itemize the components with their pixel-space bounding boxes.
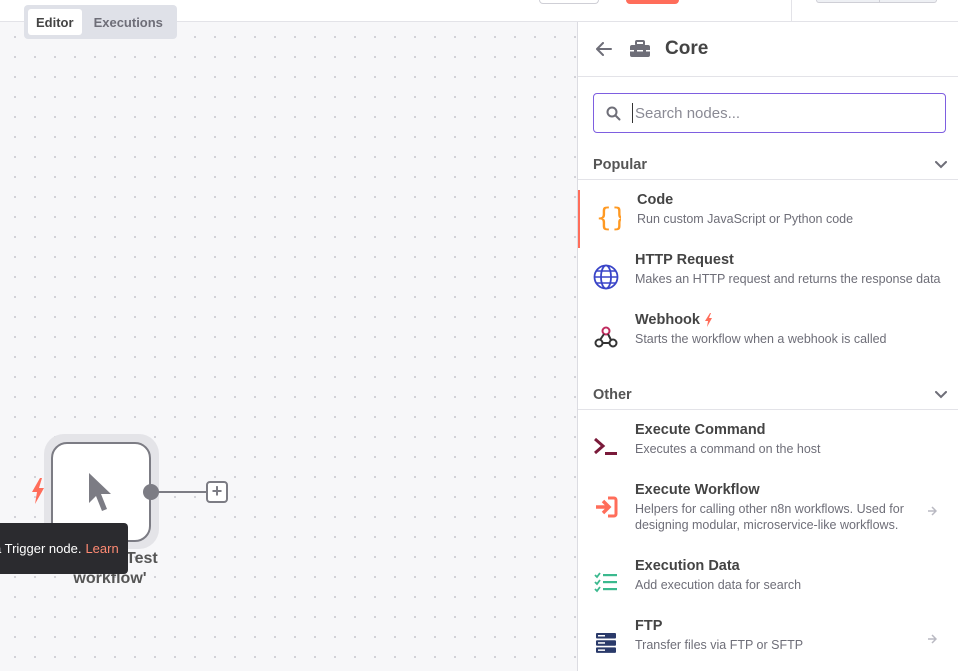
toolbox-icon — [630, 40, 650, 57]
panel-header: Core — [578, 22, 958, 77]
add-node-plus-button[interactable]: + — [206, 481, 228, 503]
svg-text:{}: {} — [596, 203, 621, 232]
header-button-partial[interactable] — [539, 0, 599, 4]
trigger-bolt-icon — [704, 313, 712, 327]
node-item-ftp[interactable]: FTP Transfer files via FTP or SFTP — [578, 616, 958, 671]
header-divider — [791, 0, 792, 22]
node-item-desc: Add execution data for search — [635, 578, 802, 592]
server-icon — [593, 630, 619, 656]
arrow-right-icon — [928, 634, 937, 644]
node-item-desc: Transfer files via FTP or SFTP — [635, 638, 804, 652]
arrow-right-icon — [928, 506, 937, 516]
header-primary-button-partial[interactable] — [626, 0, 679, 4]
search-icon — [606, 106, 621, 120]
section-other[interactable]: Other — [578, 380, 958, 410]
tooltip-learn-link[interactable]: Learn — [85, 541, 118, 556]
terminal-icon — [593, 434, 619, 460]
node-item-execute-workflow[interactable]: Execute Workflow Helpers for calling oth… — [578, 480, 958, 552]
node-item-name: Execute Command — [635, 422, 766, 438]
section-popular-label: Popular — [593, 156, 647, 173]
node-item-desc: Makes an HTTP request and returns the re… — [635, 272, 941, 286]
node-item-webhook[interactable]: Webhook Starts the workflow when a webho… — [578, 310, 958, 368]
node-item-name: HTTP Request — [635, 252, 734, 268]
chevron-down-icon — [935, 160, 947, 168]
panel-title: Core — [665, 38, 709, 59]
node-item-name: Code — [637, 192, 674, 208]
node-item-execution-data[interactable]: Execution Data Add execution data for se… — [578, 556, 958, 614]
sign-in-icon — [593, 494, 619, 520]
node-item-desc: Starts the workflow when a webhook is ca… — [635, 332, 887, 346]
node-creator-panel: Core Popular {} Code Run custom JavaScri… — [577, 22, 958, 671]
tasks-icon — [593, 570, 619, 596]
editor-mode-tabs: Editor Executions — [24, 5, 177, 39]
node-item-desc: Executes a command on the host — [635, 442, 821, 456]
node-item-desc: Helpers for calling other n8n workflows.… — [635, 502, 904, 532]
node-item-http-request[interactable]: HTTP Request Makes an HTTP request and r… — [578, 250, 958, 308]
node-item-code[interactable]: {} Code Run custom JavaScript or Python … — [578, 190, 958, 248]
chevron-down-icon — [935, 390, 947, 398]
tab-executions[interactable]: Executions — [86, 9, 171, 35]
back-arrow-icon[interactable] — [596, 40, 614, 58]
trigger-tooltip: a Trigger node. Learn — [0, 523, 128, 574]
code-icon: {} — [595, 203, 621, 232]
webhook-icon — [593, 324, 619, 350]
node-item-name: Execution Data — [635, 558, 740, 574]
tab-editor[interactable]: Editor — [28, 9, 82, 35]
node-item-execute-command[interactable]: Execute Command Executes a command on th… — [578, 420, 958, 478]
node-connector-line — [157, 491, 207, 493]
search-input[interactable] — [632, 103, 922, 123]
tooltip-text: a Trigger node. — [0, 541, 82, 556]
workflow-canvas[interactable]: + g 'Test workflow' a Trigger node. Lear… — [0, 22, 577, 671]
node-item-name: Execute Workflow — [635, 482, 760, 498]
section-popular[interactable]: Popular — [578, 150, 958, 180]
cursor-icon — [89, 473, 111, 511]
node-item-name: Webhook — [635, 312, 713, 328]
section-other-label: Other — [593, 386, 632, 403]
search-box[interactable] — [593, 93, 946, 133]
header-toggle-partial[interactable] — [816, 0, 937, 3]
node-item-name: FTP — [635, 618, 663, 634]
globe-icon — [593, 264, 619, 290]
node-item-desc: Run custom JavaScript or Python code — [637, 212, 854, 226]
